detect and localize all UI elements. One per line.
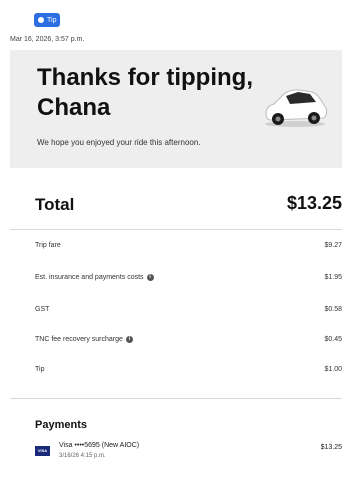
line-item-tnc-fee: TNC fee recovery surcharge i $0.45 — [35, 336, 342, 352]
car-icon — [265, 89, 328, 127]
payment-amount: $13.25 — [320, 444, 342, 451]
visa-card-icon: VISA — [35, 446, 50, 456]
line-item-value: $9.27 — [324, 242, 342, 249]
banner-subtitle: We hope you enjoyed your ride this after… — [37, 138, 201, 147]
line-item-label: TNC fee recovery surcharge — [35, 336, 123, 343]
tip-badge-label: Tip — [47, 16, 57, 24]
page-title: Thanks for tipping, Chana — [37, 64, 253, 121]
tip-icon — [38, 17, 44, 23]
line-item-trip-fare: Trip fare $9.27 — [35, 242, 342, 258]
total-row: Total $13.25 — [10, 187, 342, 227]
receipt-timestamp: Mar 16, 2026, 3:57 p.m. — [10, 36, 85, 43]
tip-badge: Tip — [34, 13, 61, 27]
payments-divider — [10, 398, 342, 399]
payments-heading: Payments — [35, 419, 87, 431]
total-label: Total — [35, 195, 75, 214]
payment-card-label: Visa ••••5695 (New AIOC) — [59, 442, 140, 449]
line-item-insurance: Est. insurance and payments costs i $1.9… — [35, 274, 342, 290]
total-value: $13.25 — [286, 193, 342, 213]
line-item-value: $1.95 — [324, 274, 342, 281]
line-item-value: $0.45 — [324, 336, 342, 343]
thank-you-banner: Thanks for tipping, Chana We hope you en… — [10, 50, 342, 168]
line-item-gst: GST $0.58 — [35, 306, 342, 322]
line-item-label: GST — [35, 306, 50, 313]
line-item-tip: Tip $1.00 — [35, 366, 342, 382]
header-bar: Tip Mar 16, 2026, 3:57 p.m. — [0, 0, 346, 55]
payment-row: VISA Visa ••••5695 (New AIOC) 3/16/26 4:… — [35, 442, 342, 468]
payment-date: 3/16/26 4:15 p.m. — [59, 453, 106, 459]
line-item-label: Tip — [35, 366, 45, 373]
line-item-label: Est. insurance and payments costs — [35, 274, 144, 281]
info-icon[interactable]: i — [125, 336, 133, 343]
line-item-label: Trip fare — [35, 242, 61, 249]
total-divider — [10, 229, 342, 230]
line-item-value: $1.00 — [324, 366, 342, 373]
line-item-value: $0.58 — [324, 306, 342, 313]
info-icon[interactable]: i — [146, 274, 154, 281]
